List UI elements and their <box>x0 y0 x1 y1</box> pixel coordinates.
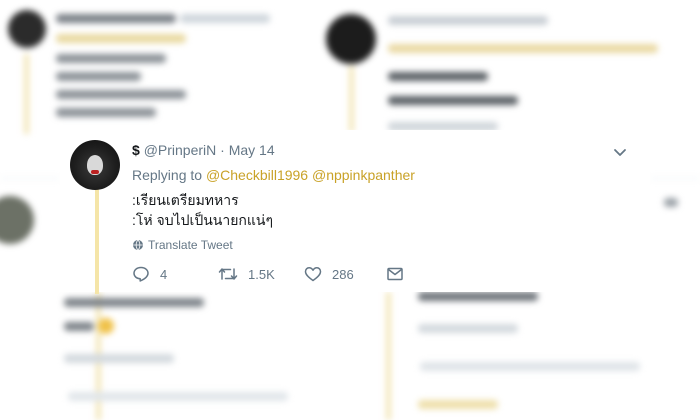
background-text <box>56 54 166 63</box>
background-thread-line <box>24 54 29 134</box>
tweet-text-line: :เรียนเตรียมทหาร <box>132 192 239 208</box>
background-avatar <box>0 196 34 244</box>
tweet-header: $ @PrinperiN · May 14 <box>132 142 275 158</box>
background-thread-line <box>386 292 391 420</box>
like-button[interactable]: 286 <box>304 265 386 283</box>
background-text <box>420 362 640 371</box>
background-emoji <box>98 318 114 334</box>
retweet-count: 1.5K <box>248 266 275 282</box>
chevron-down-icon[interactable] <box>610 142 630 162</box>
background-thread-line <box>349 66 354 132</box>
retweet-icon <box>218 268 238 280</box>
background-avatar <box>8 10 46 48</box>
retweet-button[interactable]: 1.5K <box>218 265 304 283</box>
reply-count: 4 <box>160 266 168 282</box>
reply-icon <box>133 266 149 282</box>
tweet-date[interactable]: May 14 <box>229 142 275 158</box>
mention-link[interactable]: @nppinkpanther <box>312 167 415 183</box>
like-icon <box>304 267 322 282</box>
translate-tweet-label: Translate Tweet <box>148 238 233 252</box>
thread-line <box>95 186 99 294</box>
background-text <box>418 292 538 301</box>
background-text <box>418 400 498 409</box>
background-text <box>64 298 204 307</box>
background-text <box>388 96 518 105</box>
translate-tweet-link[interactable]: Translate Tweet <box>132 238 233 252</box>
tweet-card[interactable]: $ @PrinperiN · May 14 Replying to @Check… <box>60 130 650 294</box>
avatar[interactable] <box>70 140 120 190</box>
background-text <box>388 16 548 25</box>
message-icon <box>387 267 403 281</box>
background-text <box>64 322 94 331</box>
replying-to: Replying to @Checkbill1996 @nppinkpanthe… <box>132 167 415 183</box>
message-button[interactable] <box>386 265 404 283</box>
background-text <box>56 72 141 81</box>
background-text <box>180 14 270 23</box>
background-avatar <box>326 14 376 64</box>
user-handle[interactable]: @PrinperiN <box>144 142 217 158</box>
tweet-text: :เรียนเตรียมทหาร :โห่ จบไปเป็นนายกแน่ๆ <box>132 190 273 230</box>
background-text <box>418 324 518 333</box>
background-text <box>388 44 658 53</box>
background-text <box>56 34 186 43</box>
background-divider <box>650 178 700 179</box>
globe-icon <box>133 239 143 251</box>
background-text <box>388 72 488 81</box>
replying-to-label: Replying to <box>132 167 203 183</box>
avatar-mouth <box>91 170 99 174</box>
like-count: 286 <box>332 266 354 282</box>
tweet-actions: 4 1.5K 286 <box>132 265 404 283</box>
display-name[interactable]: $ <box>132 142 140 158</box>
background-text <box>68 392 288 401</box>
background-text <box>64 354 174 363</box>
tweet-text-line: :โห่ จบไปเป็นนายกแน่ๆ <box>132 212 274 228</box>
separator-dot: · <box>220 142 225 158</box>
background-text <box>56 108 156 117</box>
background-divider <box>0 178 60 179</box>
background-text <box>56 14 176 23</box>
reply-button[interactable]: 4 <box>132 265 218 283</box>
background-text <box>56 90 186 99</box>
background-text <box>664 198 678 207</box>
mention-link[interactable]: @Checkbill1996 <box>206 167 308 183</box>
